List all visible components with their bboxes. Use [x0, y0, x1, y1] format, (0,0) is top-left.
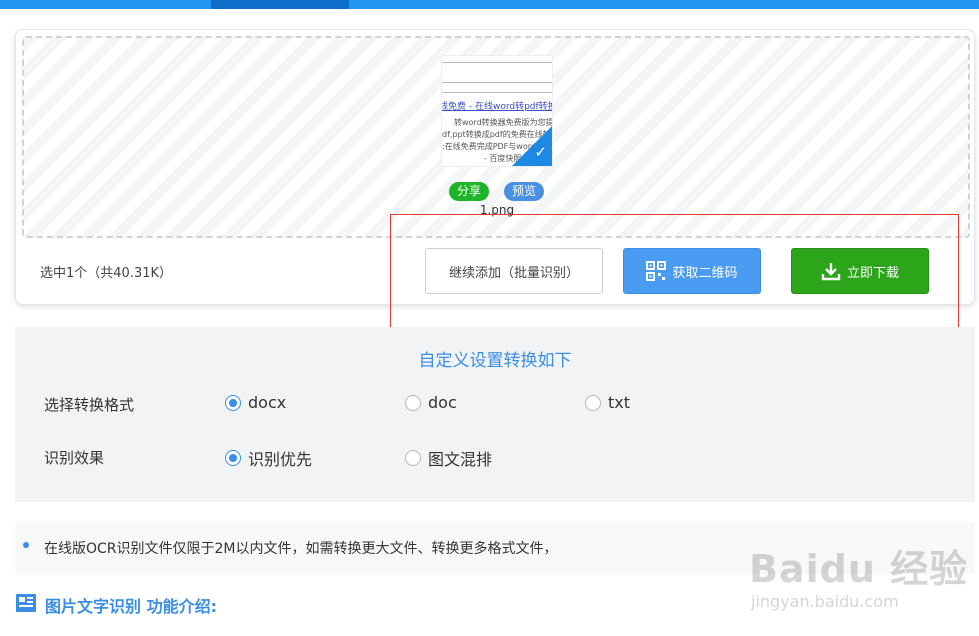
check-icon: ✓ [534, 143, 547, 161]
selected-count: 选中1个（共40.31K） [40, 266, 173, 281]
thumbnail-rule [442, 92, 552, 93]
format-option-label: txt [608, 393, 631, 412]
format-option-label: doc [428, 393, 457, 412]
highlight-annotation-box [390, 214, 959, 332]
feature-intro-heading: 图片文字识别 功能介绍: [15, 593, 217, 617]
conversion-settings-panel: 自定义设置转换如下 选择转换格式 docx doc txt 识别效果 识别优先 … [15, 327, 975, 502]
radio-selected-icon[interactable] [225, 394, 241, 411]
thumbnail-text: 线免费 - 在线word转pdf转换 [441, 102, 553, 112]
active-nav-tab[interactable] [211, 0, 349, 9]
bullet-icon [23, 542, 29, 548]
notice-text: 在线版OCR识别文件仅限于2M以内文件，如需转换更大文件、转换更多格式文件， [44, 541, 558, 557]
format-option-label: docx [248, 393, 287, 412]
effect-option-mixed-layout[interactable]: 图文混排 [405, 446, 492, 470]
preview-button[interactable]: 预览 [504, 182, 544, 201]
watermark-brand: Baidu 经验 [749, 547, 969, 591]
radio-icon[interactable] [585, 394, 601, 411]
watermark-url: jingyan.baidu.com [751, 592, 899, 611]
baidu-jingyan-watermark: Baidu 经验 jingyan.baidu.com [735, 530, 975, 620]
effect-option-label: 图文混排 [428, 450, 493, 469]
radio-icon[interactable] [405, 450, 421, 466]
format-option-txt[interactable]: txt [585, 393, 630, 412]
format-option-docx[interactable]: docx [225, 393, 286, 412]
settings-heading: 自定义设置转换如下 [418, 351, 572, 371]
top-nav-bar [0, 0, 979, 9]
thumbnail-rule [442, 82, 552, 83]
radio-selected-icon[interactable] [225, 450, 241, 466]
share-button[interactable]: 分享 [449, 182, 489, 201]
radio-icon[interactable] [405, 394, 421, 411]
document-icon [15, 593, 37, 617]
effect-option-label: 识别优先 [248, 450, 313, 469]
file-thumbnail[interactable]: 线免费 - 在线word转pdf转换 转word转换器免费版为您提供 df,pp… [441, 55, 553, 167]
feature-intro-title: 图片文字识别 功能介绍: [45, 597, 217, 616]
drop-zone[interactable]: 线免费 - 在线word转pdf转换 转word转换器免费版为您提供 df,pp… [22, 36, 970, 238]
effect-option-ocr-first[interactable]: 识别优先 [225, 446, 312, 470]
thumbnail-rule [442, 62, 552, 63]
format-label: 选择转换格式 [44, 396, 135, 414]
effect-label: 识别效果 [44, 449, 105, 467]
format-option-doc[interactable]: doc [405, 393, 457, 412]
